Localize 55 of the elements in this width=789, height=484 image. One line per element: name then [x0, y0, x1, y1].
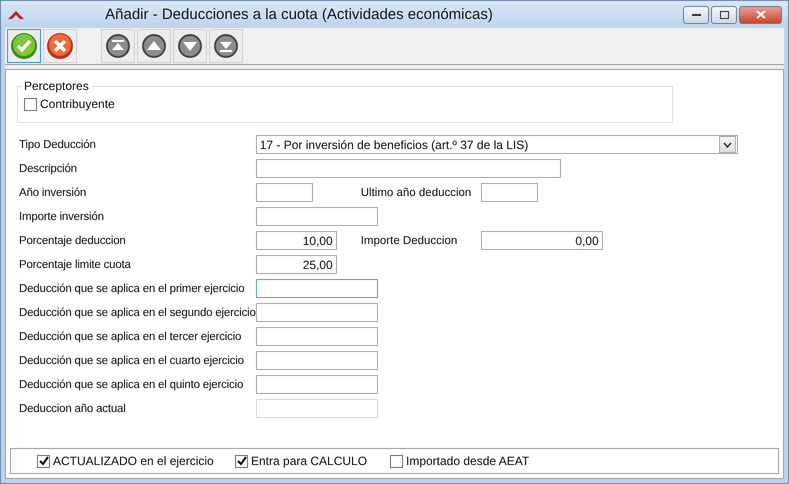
dropdown[interactable]: 17 - Por inversión de beneficios (art.º 37 de la LIS): [256, 135, 738, 154]
checkbox[interactable]: Importado desde AEAT: [390, 454, 590, 468]
minimize-icon: [692, 13, 700, 16]
field-label: Porcentaje deduccion: [19, 234, 127, 246]
field-label: Deducción que se aplica en el tercer ejercicio: [19, 330, 242, 342]
input-field[interactable]: [256, 207, 378, 226]
next-button[interactable]: [173, 29, 207, 63]
checkbox[interactable]: ACTUALIZADO en el ejercicio: [37, 454, 235, 468]
checkbox[interactable]: Entra para CALCULO: [235, 454, 390, 468]
field-label: Porcentaje limite cuota: [19, 258, 132, 270]
input-field[interactable]: [256, 303, 378, 322]
group-title: Perceptores: [23, 79, 90, 93]
field-label: Año inversión: [19, 186, 88, 198]
field-label: Tipo Deducción: [19, 138, 97, 150]
field-label: Deducción que se aplica en el primer ejercicio: [19, 282, 246, 294]
checkmark-icon: [38, 456, 48, 466]
window-title: Añadir - Deducciones a la cuota (Actividades económicas): [104, 6, 494, 23]
field-label: Importe inversión: [19, 210, 105, 222]
app-logo-icon: [7, 8, 25, 20]
checkmark-icon: [236, 456, 246, 466]
check-icon: [10, 32, 38, 60]
input-field[interactable]: [256, 351, 378, 370]
input-field[interactable]: [256, 279, 378, 298]
input-field[interactable]: [256, 159, 561, 178]
maximize-icon: [720, 10, 728, 18]
input-field[interactable]: 10,00: [256, 231, 337, 250]
field-label: Importe Deduccion: [360, 234, 458, 246]
input-field[interactable]: [256, 183, 313, 202]
input-field[interactable]: 25,00: [256, 255, 337, 274]
input-field[interactable]: [256, 375, 378, 394]
chevron-icon: [718, 136, 736, 153]
last-icon: [213, 33, 239, 59]
input-field[interactable]: 0,00: [480, 231, 603, 250]
previous-button[interactable]: [137, 29, 171, 63]
maximize-button[interactable]: [711, 6, 737, 24]
field-label: Deducción que se aplica en el cuarto ejercicio: [19, 354, 245, 366]
cancel-icon: [46, 32, 74, 60]
field-label: Deducción que se aplica en el segundo ejercicio: [19, 306, 256, 318]
field-label: Deducción que se aplica en el quinto ejercicio: [19, 378, 244, 390]
input-field[interactable]: [480, 183, 538, 202]
accept-button[interactable]: [7, 29, 41, 63]
field-label: Deduccion año actual: [19, 402, 127, 414]
last-button[interactable]: [209, 29, 243, 63]
field-label: Descripción: [19, 162, 78, 174]
input-field[interactable]: [256, 327, 378, 346]
down-icon: [177, 33, 203, 59]
field-label: Ultimo año deduccion: [360, 186, 472, 198]
close-button[interactable]: [739, 6, 782, 24]
cancel-button[interactable]: [43, 29, 77, 63]
first-icon: [105, 33, 131, 59]
first-button[interactable]: [101, 29, 135, 63]
up-icon: [141, 33, 167, 59]
checkbox[interactable]: Contribuyente: [24, 97, 115, 111]
close-icon: [756, 10, 766, 19]
minimize-button[interactable]: [683, 6, 709, 24]
